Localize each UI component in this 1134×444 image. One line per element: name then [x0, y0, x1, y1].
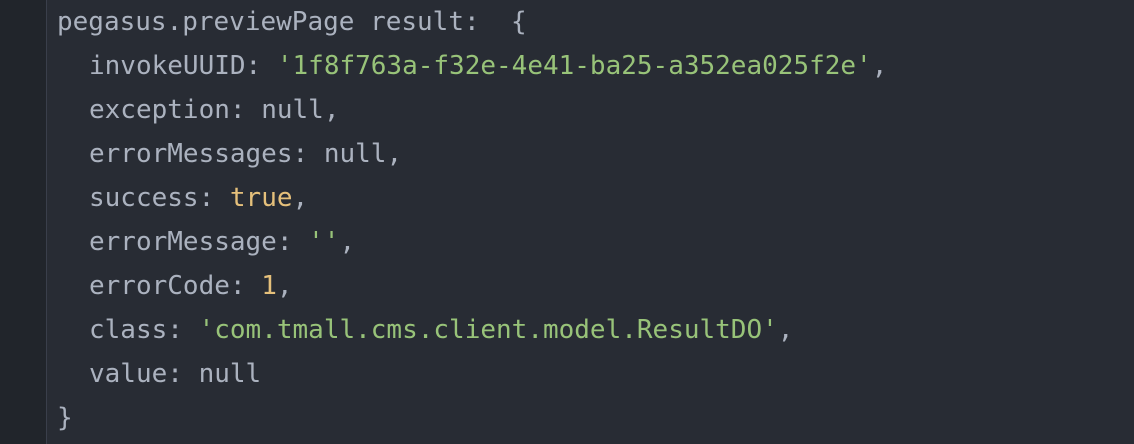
- entry-class: class: 'com.tmall.cms.client.model.Resul…: [89, 315, 794, 345]
- entry-value: null: [198, 359, 262, 389]
- entry-exception: exception: null,: [89, 95, 340, 125]
- entry-value: value: null: [89, 359, 262, 389]
- entry-value: 1: [261, 271, 277, 301]
- editor-gutter: [0, 0, 46, 444]
- console-output-panel: pegasus.previewPage result: { invokeUUID…: [0, 0, 1134, 444]
- code-block: pegasus.previewPage result: { invokeUUID…: [57, 0, 887, 440]
- entry-invoke-uuid: invokeUUID: '1f8f763a-f32e-4e41-ba25-a35…: [89, 51, 888, 81]
- entry-error-message: errorMessage: '',: [89, 227, 356, 257]
- entry-value: null: [261, 95, 324, 125]
- entry-value: 'com.tmall.cms.client.model.ResultDO': [198, 315, 778, 345]
- entry-success: success: true,: [89, 183, 309, 213]
- entry-key: errorCode: [89, 271, 230, 301]
- entry-key: exception: [89, 95, 230, 125]
- entry-key: invokeUUID: [89, 51, 246, 81]
- entry-key: success: [89, 183, 199, 213]
- gutter-divider: [46, 0, 47, 444]
- entry-key: value: [89, 359, 168, 389]
- entry-value: true: [229, 183, 293, 213]
- entry-key: errorMessage: [89, 227, 277, 257]
- entry-key: class: [89, 315, 168, 345]
- entry-key: errorMessages: [89, 139, 293, 169]
- entry-value: null: [323, 139, 387, 169]
- entry-error-code: errorCode: 1,: [89, 271, 293, 301]
- entry-value: '': [308, 227, 340, 257]
- result-footer-line: }: [57, 403, 73, 433]
- entry-error-messages: errorMessages: null,: [89, 139, 403, 169]
- result-header-line: pegasus.previewPage result: {: [57, 7, 527, 37]
- entry-value: '1f8f763a-f32e-4e41-ba25-a352ea025f2e': [276, 51, 872, 81]
